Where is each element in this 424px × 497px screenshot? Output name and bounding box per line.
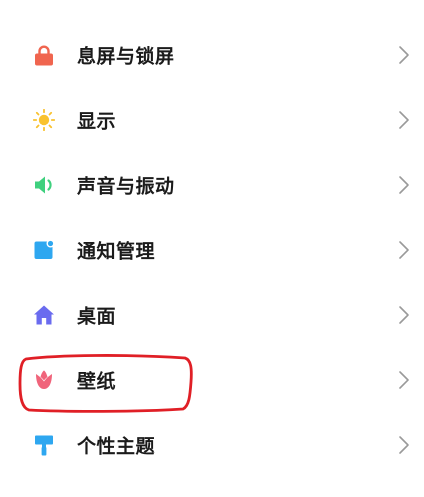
chevron-right-icon [398, 305, 410, 325]
settings-item-themes[interactable]: 个性主题 [0, 413, 424, 477]
settings-item-wallpaper[interactable]: 壁纸 [0, 348, 424, 412]
settings-item-label: 壁纸 [77, 370, 117, 393]
home-icon [33, 304, 55, 326]
settings-item-label: 桌面 [77, 305, 117, 328]
chevron-right-icon [398, 110, 410, 130]
settings-item-label: 通知管理 [77, 240, 156, 263]
settings-item-sound-vibration[interactable]: 声音与振动 [0, 153, 424, 217]
chevron-right-icon [398, 175, 410, 195]
paint-roller-icon [33, 434, 55, 456]
chevron-right-icon [398, 435, 410, 455]
lock-icon [33, 44, 55, 66]
settings-list: 息屏与锁屏 显示 声音与振动 通知管理 桌面 壁纸 个性主题 [0, 0, 424, 497]
notification-icon [33, 239, 55, 261]
settings-item-label: 显示 [77, 110, 117, 133]
chevron-right-icon [398, 45, 410, 65]
settings-item-notifications[interactable]: 通知管理 [0, 218, 424, 282]
chevron-right-icon [398, 370, 410, 390]
chevron-right-icon [398, 240, 410, 260]
settings-item-desktop[interactable]: 桌面 [0, 283, 424, 347]
settings-item-lock-screen[interactable]: 息屏与锁屏 [0, 23, 424, 87]
settings-item-label: 声音与振动 [77, 175, 175, 198]
settings-item-label: 息屏与锁屏 [77, 45, 175, 68]
settings-item-display[interactable]: 显示 [0, 88, 424, 152]
sun-icon [33, 109, 55, 131]
speaker-icon [33, 174, 55, 196]
settings-item-label: 个性主题 [77, 435, 156, 458]
tulip-icon [33, 369, 55, 391]
